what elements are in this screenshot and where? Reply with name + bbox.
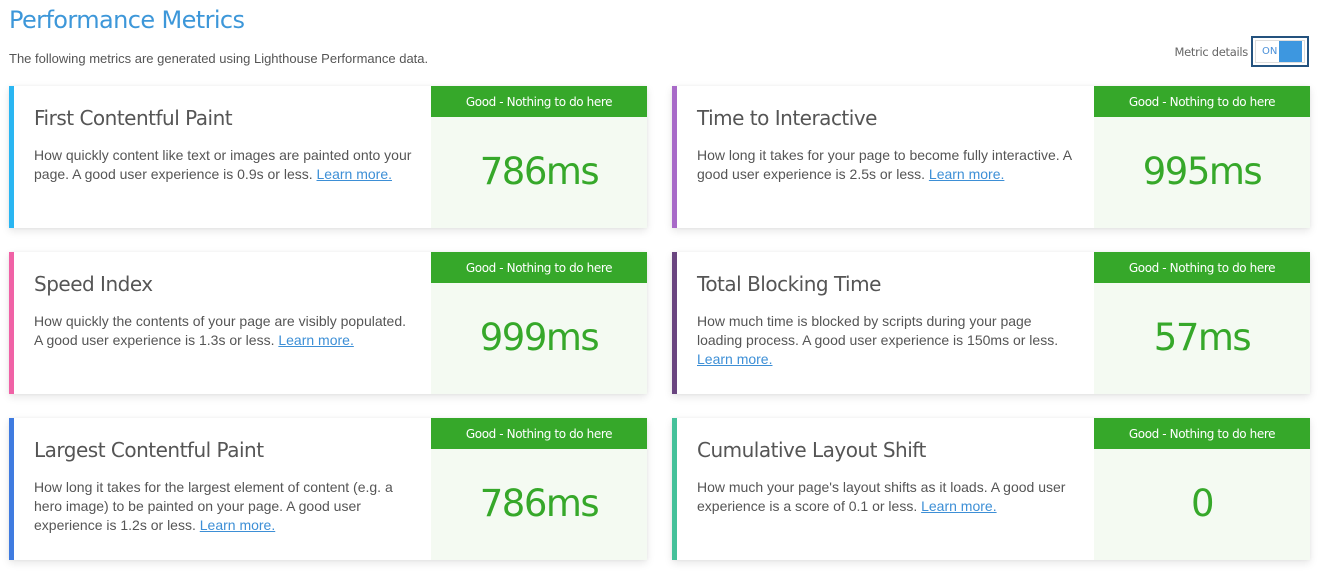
- metric-details-control: Metric details ON: [1174, 36, 1309, 67]
- metric-details-label: Metric details: [1174, 44, 1248, 59]
- score-panel: Good - Nothing to do here 786ms: [431, 86, 647, 228]
- status-badge: Good - Nothing to do here: [1094, 252, 1310, 283]
- metric-description-text: How much time is blocked by scripts duri…: [697, 313, 1059, 348]
- score-panel: Good - Nothing to do here 786ms: [431, 418, 647, 560]
- score-panel: Good - Nothing to do here 0: [1094, 418, 1310, 560]
- metric-card-cumulative-layout-shift: Cumulative Layout Shift How much your pa…: [672, 418, 1310, 560]
- metric-card-time-to-interactive: Time to Interactive How long it takes fo…: [672, 86, 1310, 228]
- metric-description: How long it takes for the largest elemen…: [34, 478, 413, 535]
- card-body: Total Blocking Time How much time is blo…: [677, 252, 1094, 394]
- score-panel: Good - Nothing to do here 57ms: [1094, 252, 1310, 394]
- learn-more-link[interactable]: Learn more.: [317, 166, 392, 182]
- toggle-knob[interactable]: [1279, 41, 1302, 62]
- status-badge: Good - Nothing to do here: [1094, 86, 1310, 117]
- score-panel: Good - Nothing to do here 999ms: [431, 252, 647, 394]
- card-body: First Contentful Paint How quickly conte…: [14, 86, 431, 228]
- score-panel: Good - Nothing to do here 995ms: [1094, 86, 1310, 228]
- metric-description: How quickly the contents of your page ar…: [34, 312, 413, 350]
- toggle-track: ON: [1255, 40, 1305, 63]
- metric-title: Time to Interactive: [697, 106, 877, 130]
- page-title: Performance Metrics: [9, 6, 245, 34]
- learn-more-link[interactable]: Learn more.: [921, 498, 996, 514]
- metric-description: How much time is blocked by scripts duri…: [697, 312, 1076, 369]
- card-body: Time to Interactive How long it takes fo…: [677, 86, 1094, 228]
- metric-description-text: How long it takes for your page to becom…: [697, 147, 1072, 182]
- learn-more-link[interactable]: Learn more.: [200, 517, 275, 533]
- metric-value: 0: [1190, 481, 1215, 525]
- page-subtitle: The following metrics are generated usin…: [9, 51, 429, 66]
- status-badge: Good - Nothing to do here: [431, 252, 647, 283]
- metric-description-text: How much your page's layout shifts as it…: [697, 479, 1066, 514]
- metric-value: 57ms: [1153, 315, 1252, 359]
- learn-more-link[interactable]: Learn more.: [278, 332, 353, 348]
- metric-details-toggle[interactable]: ON: [1251, 36, 1309, 67]
- metric-title: Total Blocking Time: [697, 272, 881, 296]
- metric-card-total-blocking-time: Total Blocking Time How much time is blo…: [672, 252, 1310, 394]
- metric-value: 995ms: [1142, 149, 1263, 193]
- learn-more-link[interactable]: Learn more.: [929, 166, 1004, 182]
- metric-description: How long it takes for your page to becom…: [697, 146, 1076, 184]
- metric-card-first-contentful-paint: First Contentful Paint How quickly conte…: [9, 86, 647, 228]
- metric-title: Largest Contentful Paint: [34, 438, 264, 462]
- metric-title: Speed Index: [34, 272, 153, 296]
- metric-value: 999ms: [479, 315, 600, 359]
- metric-value: 786ms: [479, 481, 600, 525]
- card-body: Cumulative Layout Shift How much your pa…: [677, 418, 1094, 560]
- toggle-state-text: ON: [1262, 46, 1278, 57]
- metric-card-largest-contentful-paint: Largest Contentful Paint How long it tak…: [9, 418, 647, 560]
- metrics-grid: First Contentful Paint How quickly conte…: [9, 86, 1310, 560]
- status-badge: Good - Nothing to do here: [1094, 418, 1310, 449]
- metric-description: How quickly content like text or images …: [34, 146, 413, 184]
- status-badge: Good - Nothing to do here: [431, 418, 647, 449]
- metric-card-speed-index: Speed Index How quickly the contents of …: [9, 252, 647, 394]
- metric-value: 786ms: [479, 149, 600, 193]
- learn-more-link[interactable]: Learn more.: [697, 351, 772, 367]
- status-badge: Good - Nothing to do here: [431, 86, 647, 117]
- card-body: Speed Index How quickly the contents of …: [14, 252, 431, 394]
- card-body: Largest Contentful Paint How long it tak…: [14, 418, 431, 560]
- metric-title: First Contentful Paint: [34, 106, 233, 130]
- metric-description: How much your page's layout shifts as it…: [697, 478, 1076, 516]
- metric-title: Cumulative Layout Shift: [697, 438, 926, 462]
